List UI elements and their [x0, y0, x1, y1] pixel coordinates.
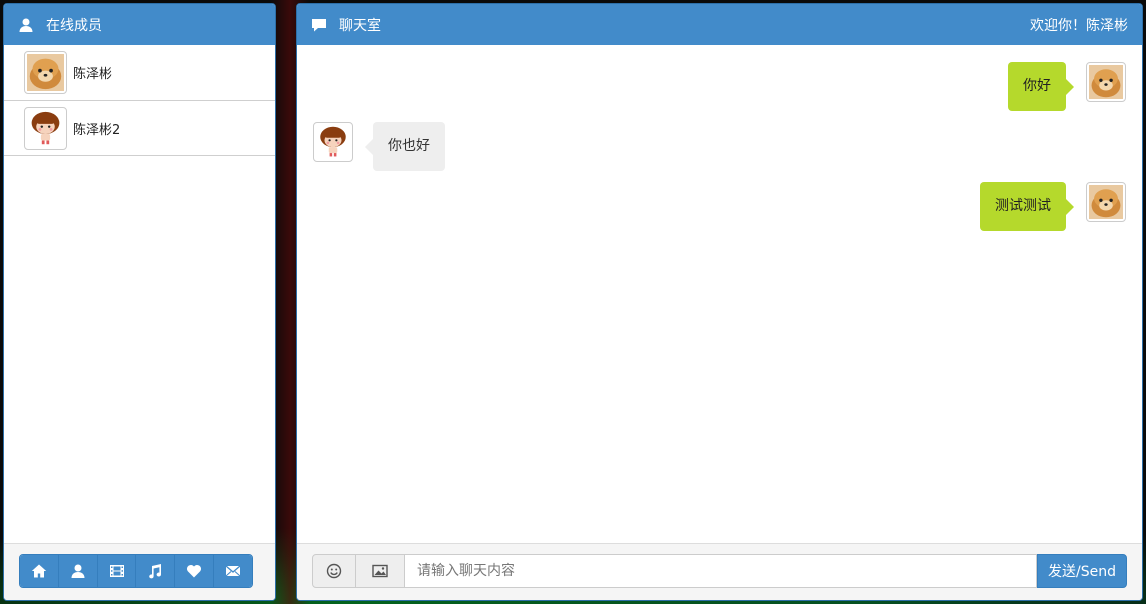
- dog-avatar: [1086, 182, 1126, 222]
- chat-message-input[interactable]: [405, 554, 1037, 588]
- user-icon: [71, 564, 85, 578]
- send-button[interactable]: 发送/Send: [1037, 554, 1127, 588]
- user-icon: [18, 17, 34, 33]
- members-panel-header: 在线成员: [4, 4, 275, 45]
- member-item[interactable]: 陈泽彬2: [4, 101, 275, 156]
- online-members-panel: 在线成员 陈泽彬 陈泽彬2: [3, 3, 276, 601]
- favorite-button[interactable]: [175, 555, 215, 587]
- chat-input-group: 发送/Send: [312, 554, 1127, 588]
- member-item[interactable]: 陈泽彬: [4, 45, 275, 101]
- home-button[interactable]: [20, 555, 59, 587]
- film-button[interactable]: [97, 555, 137, 587]
- girl-avatar: [24, 106, 67, 150]
- dog-avatar: [24, 51, 67, 94]
- message-bubble: 测试测试: [980, 182, 1074, 231]
- music-button[interactable]: [136, 555, 176, 587]
- member-list: 陈泽彬 陈泽彬2: [4, 45, 275, 156]
- message-item: 你也好: [313, 122, 445, 171]
- chat-panel-header: 聊天室 欢迎你！陈泽彬: [297, 4, 1142, 45]
- heart-icon: [187, 564, 202, 578]
- home-icon: [31, 564, 47, 578]
- girl-avatar: [313, 122, 353, 162]
- welcome-text: 欢迎你！陈泽彬: [1030, 17, 1128, 34]
- member-name: 陈泽彬: [73, 67, 113, 82]
- smile-icon: [326, 563, 342, 579]
- chat-panel-title: 聊天室: [339, 17, 381, 34]
- members-panel-footer: [4, 543, 275, 600]
- message-item: 你好: [1008, 62, 1126, 111]
- message-item: 测试测试: [980, 182, 1126, 231]
- chat-input-bar: 发送/Send: [297, 543, 1142, 600]
- members-panel-title: 在线成员: [46, 17, 102, 34]
- chat-room-panel: 聊天室 欢迎你！陈泽彬 你好 你也好 测试测试 发送/Se: [296, 3, 1143, 601]
- dog-avatar: [1086, 62, 1126, 102]
- user-button[interactable]: [58, 555, 98, 587]
- message-list: 你好 你也好 测试测试: [297, 45, 1142, 545]
- toolbar-button-group: [19, 554, 253, 588]
- message-bubble: 你也好: [365, 122, 445, 171]
- envelope-icon: [225, 565, 241, 577]
- film-icon: [109, 565, 124, 577]
- image-button[interactable]: [356, 554, 405, 588]
- message-bubble: 你好: [1008, 62, 1074, 111]
- message-button[interactable]: [214, 555, 252, 587]
- member-name: 陈泽彬2: [73, 122, 121, 138]
- comment-icon: [311, 17, 327, 33]
- music-icon: [149, 564, 162, 579]
- emoji-button[interactable]: [312, 554, 356, 588]
- picture-icon: [372, 564, 388, 578]
